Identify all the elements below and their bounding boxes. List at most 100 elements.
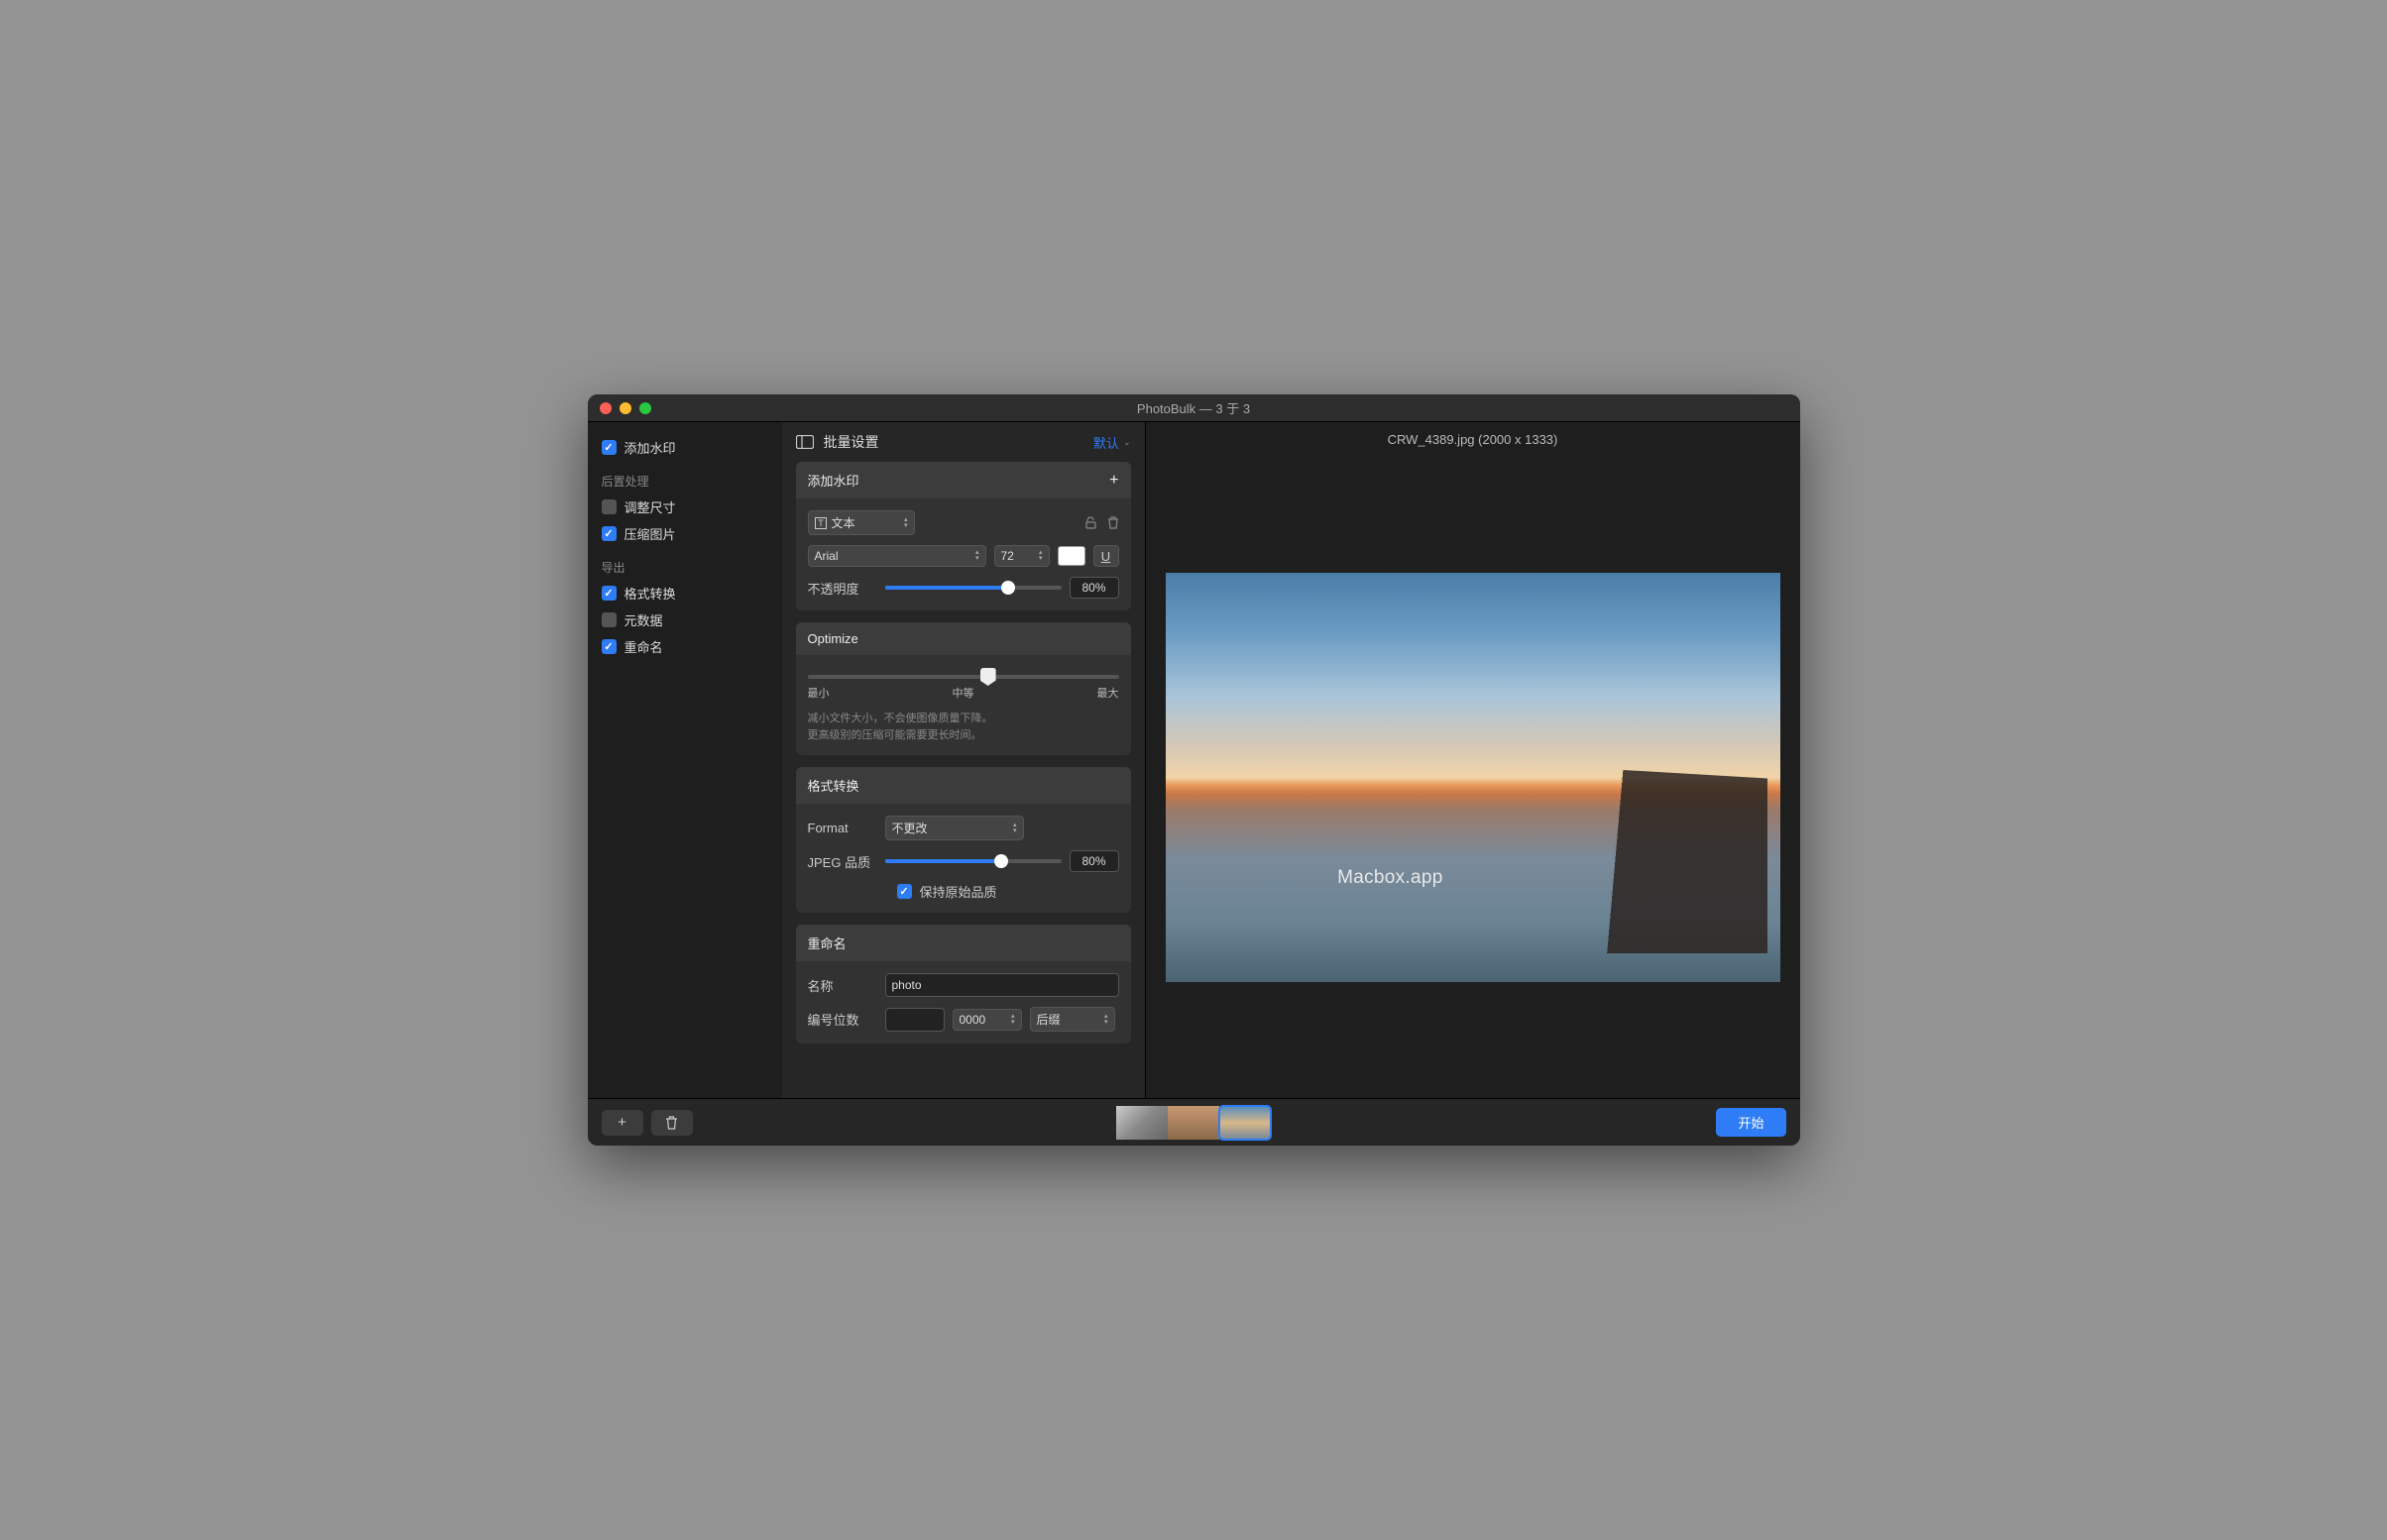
- sidebar-label: 元数据: [625, 610, 663, 629]
- panel-title: 格式转换: [808, 776, 859, 795]
- checkbox-resize[interactable]: [602, 499, 617, 514]
- sidebar-label: 压缩图片: [625, 524, 676, 543]
- digits-format-select[interactable]: 0000 ▴▾: [953, 1009, 1022, 1031]
- quality-value[interactable]: 80%: [1070, 850, 1119, 872]
- sidebar-compress[interactable]: 压缩图片: [602, 520, 768, 547]
- updown-icon: ▴▾: [1013, 823, 1017, 834]
- panel-title: 添加水印: [808, 471, 859, 490]
- checkbox-metadata[interactable]: [602, 612, 617, 627]
- updown-icon: ▴▾: [1011, 1014, 1015, 1026]
- format-select[interactable]: 不更改 ▴▾: [885, 816, 1024, 840]
- updown-icon: ▴▾: [1104, 1014, 1108, 1026]
- panel-icon: [796, 435, 814, 449]
- unlock-icon[interactable]: [1084, 516, 1097, 529]
- preset-label: 默认: [1093, 433, 1119, 452]
- window-title: PhotoBulk — 3 于 3: [1137, 398, 1250, 417]
- sidebar-label: 格式转换: [625, 584, 676, 603]
- watermark-actions: [1084, 516, 1119, 529]
- trash-icon[interactable]: [1107, 516, 1119, 529]
- checkbox-format[interactable]: [602, 586, 617, 601]
- minimize-button[interactable]: [620, 402, 631, 414]
- start-button[interactable]: 开始: [1716, 1108, 1785, 1137]
- text-icon: T: [815, 517, 827, 529]
- panel-watermark: 添加水印 + T文本 ▴▾: [796, 462, 1131, 610]
- checkbox-keep-original[interactable]: [897, 884, 912, 899]
- zoom-button[interactable]: [639, 402, 651, 414]
- sidebar-label: 调整尺寸: [625, 497, 676, 516]
- app-window: PhotoBulk — 3 于 3 添加水印 后置处理 调整尺寸 压缩图片 导出…: [588, 394, 1800, 1146]
- optimize-slider[interactable]: [808, 675, 1119, 679]
- quality-label: JPEG 品质: [808, 852, 877, 871]
- optimize-desc1: 减小文件大小，不会使图像质量下降。: [808, 711, 1119, 727]
- preset-dropdown[interactable]: 默认 ⌄: [1093, 433, 1131, 452]
- footer: + 开始: [588, 1098, 1800, 1146]
- panels: 添加水印 + T文本 ▴▾: [782, 462, 1145, 1098]
- sidebar-metadata[interactable]: 元数据: [602, 606, 768, 633]
- thumbnail-3[interactable]: [1219, 1106, 1271, 1140]
- svg-text:T: T: [818, 518, 824, 528]
- checkbox-watermark[interactable]: [602, 440, 617, 455]
- settings-title: 批量设置: [824, 432, 879, 452]
- opacity-label: 不透明度: [808, 579, 877, 598]
- optimize-labels: 最小 中等 最大: [808, 685, 1119, 701]
- add-watermark-button[interactable]: +: [1109, 472, 1118, 490]
- sidebar-header-post: 后置处理: [602, 473, 768, 490]
- watermark-type-select[interactable]: T文本 ▴▾: [808, 510, 915, 535]
- position-select[interactable]: 后缀 ▴▾: [1030, 1007, 1115, 1032]
- thumbnails: [1116, 1106, 1271, 1140]
- panel-watermark-header: 添加水印 +: [796, 462, 1131, 498]
- start-number-input[interactable]: [885, 1008, 945, 1032]
- opacity-slider[interactable]: [885, 586, 1062, 590]
- sidebar-resize[interactable]: 调整尺寸: [602, 494, 768, 520]
- thumbnail-1[interactable]: [1116, 1106, 1168, 1140]
- sidebar-format[interactable]: 格式转换: [602, 580, 768, 606]
- close-button[interactable]: [600, 402, 612, 414]
- add-button[interactable]: +: [602, 1110, 643, 1136]
- panel-title: 重命名: [808, 934, 847, 952]
- preview-image[interactable]: Macbox.app: [1166, 573, 1780, 982]
- panel-title: Optimize: [808, 631, 858, 646]
- panel-format: 格式转换 Format 不更改 ▴▾ JPEG 品质: [796, 767, 1131, 913]
- settings-column: 批量设置 默认 ⌄ 添加水印 + T文: [782, 422, 1146, 1098]
- optimize-desc2: 更高级别的压缩可能需要更长时间。: [808, 727, 1119, 744]
- trash-icon: [665, 1116, 678, 1130]
- sidebar: 添加水印 后置处理 调整尺寸 压缩图片 导出 格式转换 元数据 重: [588, 422, 782, 1098]
- updown-icon: ▴▾: [1039, 550, 1043, 562]
- chevron-down-icon: ⌄: [1123, 437, 1131, 448]
- updown-icon: ▴▾: [904, 517, 908, 529]
- preview-filename: CRW_4389.jpg (2000 x 1333): [1146, 422, 1800, 457]
- thumbnail-2[interactable]: [1168, 1106, 1219, 1140]
- font-size-select[interactable]: 72 ▴▾: [994, 545, 1050, 567]
- panel-format-header: 格式转换: [796, 767, 1131, 804]
- panel-optimize-header: Optimize: [796, 622, 1131, 655]
- titlebar: PhotoBulk — 3 于 3: [588, 394, 1800, 422]
- quality-slider[interactable]: [885, 859, 1062, 863]
- font-select[interactable]: Arial ▴▾: [808, 545, 986, 567]
- sidebar-watermark[interactable]: 添加水印: [602, 434, 768, 461]
- sidebar-header-export: 导出: [602, 559, 768, 576]
- underline-button[interactable]: U: [1093, 545, 1119, 567]
- traffic-lights: [600, 402, 651, 414]
- name-label: 名称: [808, 976, 877, 995]
- body: 添加水印 后置处理 调整尺寸 压缩图片 导出 格式转换 元数据 重: [588, 422, 1800, 1098]
- name-input[interactable]: [885, 973, 1119, 997]
- color-picker[interactable]: [1058, 546, 1085, 566]
- digits-label: 编号位数: [808, 1010, 877, 1029]
- checkbox-rename[interactable]: [602, 639, 617, 654]
- sidebar-rename[interactable]: 重命名: [602, 633, 768, 660]
- settings-header: 批量设置 默认 ⌄: [782, 422, 1145, 462]
- delete-button[interactable]: [651, 1110, 693, 1136]
- panel-rename: 重命名 名称 编号位数 0000 ▴▾: [796, 925, 1131, 1044]
- format-label: Format: [808, 821, 877, 835]
- sidebar-label: 添加水印: [625, 438, 676, 457]
- preview-column: CRW_4389.jpg (2000 x 1333) Macbox.app: [1146, 422, 1800, 1098]
- watermark-overlay[interactable]: Macbox.app: [1337, 867, 1443, 889]
- checkbox-compress[interactable]: [602, 526, 617, 541]
- pier-shape: [1583, 769, 1767, 953]
- sidebar-label: 重命名: [625, 637, 663, 656]
- updown-icon: ▴▾: [975, 550, 979, 562]
- panel-optimize: Optimize 最小 中等 最大 减小文件大小，不会使图像质量下降。 更高级别…: [796, 622, 1131, 755]
- preview-image-container: Macbox.app: [1146, 457, 1800, 1098]
- opacity-value[interactable]: 80%: [1070, 577, 1119, 599]
- keep-original-label: 保持原始品质: [920, 882, 997, 901]
